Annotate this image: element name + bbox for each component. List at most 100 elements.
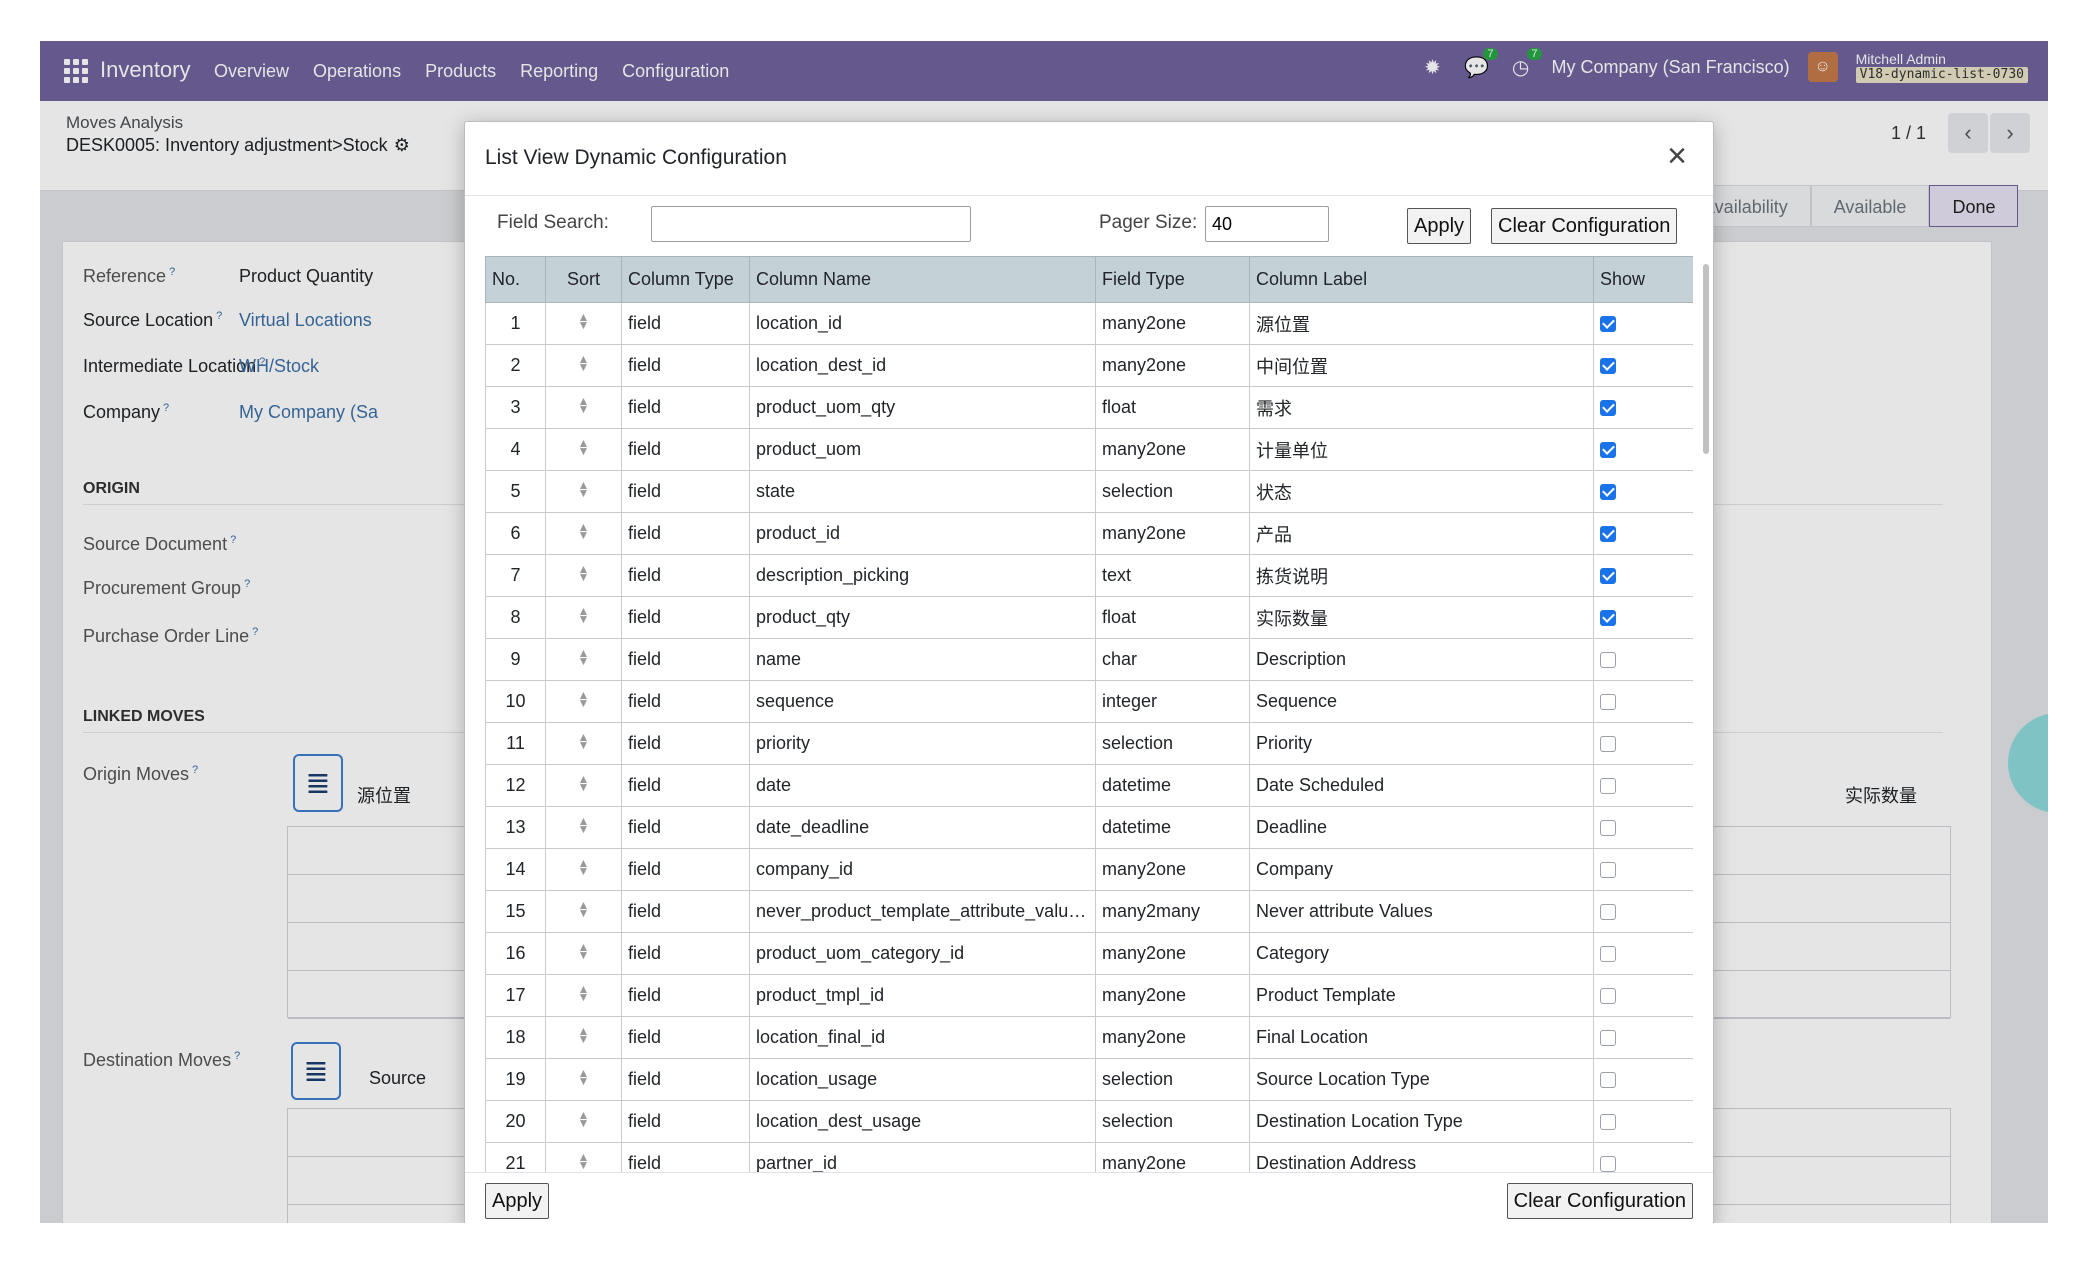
scrollbar-thumb[interactable] xyxy=(1703,264,1709,454)
row-number: 9 xyxy=(485,638,546,681)
sort-arrows-icon[interactable]: ▲ ▼ xyxy=(578,353,590,373)
sort-handle[interactable]: ▲ ▼ xyxy=(545,806,622,849)
table-row[interactable]: 15 ▲ ▼ field never_product_template_attribut… xyxy=(485,890,1693,933)
sort-arrows-icon[interactable]: ▲ ▼ xyxy=(578,395,590,415)
sort-arrows-icon[interactable]: ▲ ▼ xyxy=(578,437,590,457)
field-search-input[interactable] xyxy=(651,206,971,242)
table-header-row: No. Sort Column Type Column Name Field T… xyxy=(485,256,1693,303)
show-checkbox[interactable] xyxy=(1600,862,1616,879)
sort-handle[interactable]: ▲ ▼ xyxy=(545,722,622,765)
show-checkbox[interactable] xyxy=(1600,652,1616,669)
sort-arrows-icon[interactable]: ▲ ▼ xyxy=(578,521,590,541)
sort-handle[interactable]: ▲ ▼ xyxy=(545,890,622,933)
pager-size-input[interactable] xyxy=(1205,206,1329,242)
show-checkbox[interactable] xyxy=(1600,778,1616,795)
sort-arrows-icon[interactable]: ▲ ▼ xyxy=(578,605,590,625)
sort-arrows-icon[interactable]: ▲ ▼ xyxy=(578,1067,590,1087)
table-row[interactable]: 17 ▲ ▼ field product_tmpl_id many2one Product … xyxy=(485,974,1693,1017)
row-column-type: field xyxy=(621,974,750,1017)
sort-handle[interactable]: ▲ ▼ xyxy=(545,974,622,1017)
sort-handle[interactable]: ▲ ▼ xyxy=(545,554,622,597)
sort-arrows-icon[interactable]: ▲ ▼ xyxy=(578,689,590,709)
sort-arrows-icon[interactable]: ▲ ▼ xyxy=(578,983,590,1003)
sort-arrows-icon[interactable]: ▲ ▼ xyxy=(578,563,590,583)
show-checkbox[interactable] xyxy=(1600,694,1616,711)
sort-handle[interactable]: ▲ ▼ xyxy=(545,1100,622,1143)
show-checkbox[interactable] xyxy=(1600,988,1616,1005)
sort-handle[interactable]: ▲ ▼ xyxy=(545,428,622,471)
sort-arrows-icon[interactable]: ▲ ▼ xyxy=(578,773,590,793)
table-row[interactable]: 14 ▲ ▼ field company_id many2one Company xyxy=(485,848,1693,891)
sort-arrows-icon[interactable]: ▲ ▼ xyxy=(578,479,590,499)
table-row[interactable]: 7 ▲ ▼ field description_picking text 拣货说明 xyxy=(485,554,1693,597)
clear-configuration-button-top[interactable]: Clear Configuration xyxy=(1491,208,1678,244)
show-checkbox[interactable] xyxy=(1600,400,1616,417)
show-checkbox[interactable] xyxy=(1600,1114,1616,1131)
sort-handle[interactable]: ▲ ▼ xyxy=(545,638,622,681)
table-row[interactable]: 13 ▲ ▼ field date_deadline datetime Deadline xyxy=(485,806,1693,849)
table-row[interactable]: 8 ▲ ▼ field product_qty float 实际数量 xyxy=(485,596,1693,639)
sort-handle[interactable]: ▲ ▼ xyxy=(545,680,622,723)
sort-arrows-icon[interactable]: ▲ ▼ xyxy=(578,815,590,835)
sort-arrows-icon[interactable]: ▲ ▼ xyxy=(578,899,590,919)
apply-button-bottom[interactable]: Apply xyxy=(485,1183,550,1219)
row-show xyxy=(1593,638,1693,681)
show-checkbox[interactable] xyxy=(1600,736,1616,753)
show-checkbox[interactable] xyxy=(1600,1030,1616,1047)
table-row[interactable]: 5 ▲ ▼ field state selection 状态 xyxy=(485,470,1693,513)
show-checkbox[interactable] xyxy=(1600,946,1616,963)
show-checkbox[interactable] xyxy=(1600,610,1616,627)
sort-handle[interactable]: ▲ ▼ xyxy=(545,302,622,345)
show-checkbox[interactable] xyxy=(1600,1072,1616,1089)
clear-configuration-button-bottom[interactable]: Clear Configuration xyxy=(1506,1183,1693,1219)
row-column-label: 状态 xyxy=(1249,470,1594,513)
sort-handle[interactable]: ▲ ▼ xyxy=(545,470,622,513)
sort-handle[interactable]: ▲ ▼ xyxy=(545,512,622,555)
sort-arrows-icon[interactable]: ▲ ▼ xyxy=(578,941,590,961)
table-row[interactable]: 18 ▲ ▼ field location_final_id many2one Final … xyxy=(485,1016,1693,1059)
show-checkbox[interactable] xyxy=(1600,904,1616,921)
table-row[interactable]: 16 ▲ ▼ field product_uom_category_id many2one… xyxy=(485,932,1693,975)
sort-arrows-icon[interactable]: ▲ ▼ xyxy=(578,1025,590,1045)
sort-arrows-icon[interactable]: ▲ ▼ xyxy=(578,731,590,751)
sort-handle[interactable]: ▲ ▼ xyxy=(545,596,622,639)
table-row[interactable]: 11 ▲ ▼ field priority selection Priority xyxy=(485,722,1693,765)
row-field-type: many2one xyxy=(1095,1016,1250,1059)
show-checkbox[interactable] xyxy=(1600,316,1616,333)
sort-arrows-icon[interactable]: ▲ ▼ xyxy=(578,311,590,331)
sort-handle[interactable]: ▲ ▼ xyxy=(545,932,622,975)
show-checkbox[interactable] xyxy=(1600,358,1616,375)
sort-handle[interactable]: ▲ ▼ xyxy=(545,764,622,807)
show-checkbox[interactable] xyxy=(1600,568,1616,585)
table-row[interactable]: 21 ▲ ▼ field partner_id many2one Destination A… xyxy=(485,1142,1693,1176)
sort-arrows-icon[interactable]: ▲ ▼ xyxy=(578,647,590,667)
sort-handle[interactable]: ▲ ▼ xyxy=(545,1142,622,1176)
sort-handle[interactable]: ▲ ▼ xyxy=(545,386,622,429)
show-checkbox[interactable] xyxy=(1600,1156,1616,1173)
table-row[interactable]: 2 ▲ ▼ field location_dest_id many2one 中间位置 xyxy=(485,344,1693,387)
sort-handle[interactable]: ▲ ▼ xyxy=(545,848,622,891)
close-icon[interactable]: × xyxy=(1659,138,1695,174)
show-checkbox[interactable] xyxy=(1600,484,1616,501)
show-checkbox[interactable] xyxy=(1600,442,1616,459)
table-row[interactable]: 20 ▲ ▼ field location_dest_usage selection Des… xyxy=(485,1100,1693,1143)
table-row[interactable]: 19 ▲ ▼ field location_usage selection Source L… xyxy=(485,1058,1693,1101)
dialog-scrollbar[interactable] xyxy=(1701,256,1709,1176)
sort-arrows-icon[interactable]: ▲ ▼ xyxy=(578,1109,590,1129)
apply-button-top[interactable]: Apply xyxy=(1407,208,1472,244)
table-row[interactable]: 6 ▲ ▼ field product_id many2one 产品 xyxy=(485,512,1693,555)
show-checkbox[interactable] xyxy=(1600,820,1616,837)
table-row[interactable]: 3 ▲ ▼ field product_uom_qty float 需求 xyxy=(485,386,1693,429)
sort-arrows-icon[interactable]: ▲ ▼ xyxy=(578,1151,590,1171)
table-row[interactable]: 10 ▲ ▼ field sequence integer Sequence xyxy=(485,680,1693,723)
show-checkbox[interactable] xyxy=(1600,526,1616,543)
sort-handle[interactable]: ▲ ▼ xyxy=(545,344,622,387)
table-row[interactable]: 4 ▲ ▼ field product_uom many2one 计量单位 xyxy=(485,428,1693,471)
row-column-label: Sequence xyxy=(1249,680,1594,723)
table-row[interactable]: 12 ▲ ▼ field date datetime Date Scheduled xyxy=(485,764,1693,807)
sort-handle[interactable]: ▲ ▼ xyxy=(545,1058,622,1101)
table-row[interactable]: 9 ▲ ▼ field name char Description xyxy=(485,638,1693,681)
sort-handle[interactable]: ▲ ▼ xyxy=(545,1016,622,1059)
table-row[interactable]: 1 ▲ ▼ field location_id many2one 源位置 xyxy=(485,302,1693,345)
sort-arrows-icon[interactable]: ▲ ▼ xyxy=(578,857,590,877)
